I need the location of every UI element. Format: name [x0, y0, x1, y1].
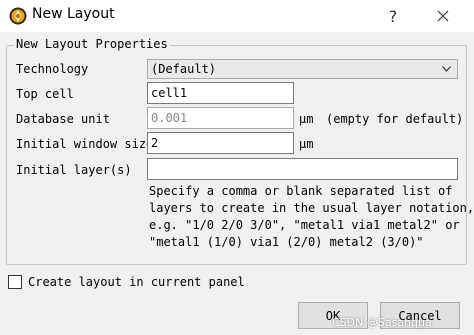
database-unit-hint: (empty for default) [326, 112, 464, 126]
technology-label: Technology [16, 62, 89, 76]
top-cell-label: Top cell [16, 87, 74, 101]
help-button[interactable]: ? [370, 0, 416, 32]
title-bar: New Layout ? [0, 0, 474, 32]
top-cell-input[interactable]: cell1 [147, 82, 294, 104]
window-title: New Layout [32, 6, 115, 22]
technology-select[interactable]: (Default) [147, 59, 458, 79]
initial-window-size-input[interactable]: 2 [147, 132, 294, 154]
chevron-down-icon [442, 66, 451, 72]
technology-value: (Default) [151, 62, 217, 76]
initial-window-size-label: Initial window size [16, 137, 154, 151]
database-unit-unit: μm [299, 112, 314, 126]
close-icon [437, 10, 449, 22]
klayout-icon [9, 7, 27, 25]
close-button[interactable] [420, 0, 466, 32]
initial-window-size-unit: μm [299, 137, 314, 151]
watermark: CSDN @Sasanqua [332, 316, 432, 329]
create-in-current-panel-label[interactable]: Create layout in current panel [28, 275, 245, 289]
group-title: New Layout Properties [14, 37, 170, 51]
database-unit-input[interactable]: 0.001 [147, 107, 294, 129]
database-unit-label: Database unit [16, 112, 110, 126]
initial-layers-input[interactable] [147, 158, 458, 180]
initial-layers-label: Initial layer(s) [16, 163, 132, 177]
initial-layers-help: Specify a comma or blank separated list … [149, 184, 474, 249]
create-in-current-panel-checkbox[interactable] [8, 275, 22, 289]
